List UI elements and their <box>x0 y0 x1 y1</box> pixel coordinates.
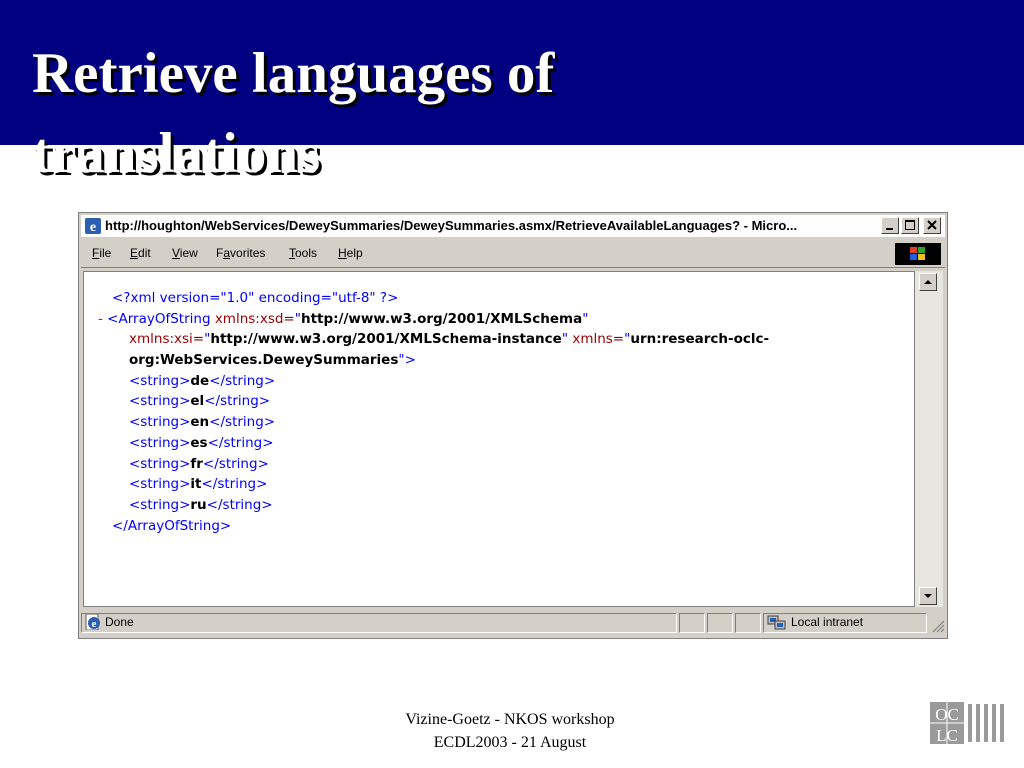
maximize-button[interactable] <box>901 217 919 234</box>
menu-bar: File Edit View Favorites Tools Help <box>81 241 945 268</box>
oclc-logo: OC LC <box>930 702 1004 744</box>
resize-grip-icon[interactable] <box>931 619 945 633</box>
xml-root-open-line: - <ArrayOfString xmlns:xsd="http://www.w… <box>98 310 589 327</box>
arrow-down-icon <box>924 594 932 598</box>
language-code: ru <box>190 496 207 513</box>
window-title: http://houghton/WebServices/DeweySummari… <box>105 218 798 233</box>
window-titlebar[interactable]: e http://houghton/WebServices/DeweySumma… <box>81 215 945 237</box>
maximize-icon <box>905 220 915 230</box>
local-intranet-icon <box>767 615 786 630</box>
minimize-button[interactable] <box>881 217 899 234</box>
windows-flag-icon <box>910 247 925 260</box>
browser-window: e http://houghton/WebServices/DeweySumma… <box>78 212 948 639</box>
footer-line-1: Vizine-Goetz - NKOS workshop <box>405 711 615 728</box>
language-code: it <box>190 476 202 493</box>
slide-footer: Vizine-Goetz - NKOS workshop ECDL2003 - … <box>360 708 660 754</box>
menu-view[interactable]: View <box>172 246 198 261</box>
scroll-up-button[interactable] <box>919 273 937 291</box>
xml-string-element: <string>es</string> <box>129 434 274 451</box>
status-zone-label: Local intranet <box>791 615 864 629</box>
slide-title: Retrieve languages of translations <box>32 42 555 185</box>
menu-help[interactable]: Help <box>338 246 363 261</box>
windows-logo <box>895 243 941 265</box>
xml-string-element: <string>de</string> <box>129 372 276 389</box>
logo-text-top: OC <box>935 705 959 724</box>
status-pane <box>735 613 761 633</box>
xml-declaration-line: <?xml version="1.0" encoding="utf-8" ?> <box>112 290 399 306</box>
status-pane <box>707 613 733 633</box>
status-pane <box>679 613 705 633</box>
menu-edit[interactable]: Edit <box>130 246 151 261</box>
menu-file[interactable]: File <box>92 246 111 261</box>
arrow-up-icon <box>924 280 932 284</box>
xml-string-element: <string>fr</string> <box>129 455 269 472</box>
menu-favorites[interactable]: Favorites <box>216 246 265 261</box>
status-main-pane <box>81 613 677 633</box>
menu-tools[interactable]: Tools <box>289 246 317 261</box>
language-code: de <box>190 372 210 389</box>
close-button[interactable] <box>923 217 941 234</box>
xml-root-close-line: </ArrayOfString> <box>112 517 232 534</box>
vertical-scrollbar[interactable] <box>915 271 943 607</box>
logo-text-bottom: LC <box>936 726 958 744</box>
xml-document-view: <?xml version="1.0" encoding="utf-8" ?> … <box>83 271 915 607</box>
xml-string-element: <string>el</string> <box>129 393 271 410</box>
xml-root-attrs-line: xmlns:xsi="http://www.w3.org/2001/XMLSch… <box>129 331 770 348</box>
xml-tree: <?xml version="1.0" encoding="utf-8" ?> … <box>84 288 769 536</box>
language-code: fr <box>190 455 203 472</box>
xml-root-attrs-cont-line: org:WebServices.DeweySummaries"> <box>129 352 416 369</box>
minimize-icon <box>886 228 893 230</box>
language-code: es <box>190 434 208 451</box>
xml-string-element: <string>ru</string> <box>129 496 273 513</box>
scroll-down-button[interactable] <box>919 587 937 605</box>
svg-text:e: e <box>90 220 96 234</box>
collapse-toggle[interactable]: - <box>98 311 103 327</box>
language-code: el <box>190 393 205 410</box>
status-bar: e Done Local intranet <box>81 611 945 635</box>
xml-string-element: <string>it</string> <box>129 476 268 493</box>
close-icon <box>927 220 937 230</box>
xml-string-element: <string>en</string> <box>129 414 276 431</box>
footer-line-2: ECDL2003 - 21 August <box>433 734 587 751</box>
language-code: en <box>190 414 210 431</box>
internet-explorer-icon: e <box>85 218 101 234</box>
